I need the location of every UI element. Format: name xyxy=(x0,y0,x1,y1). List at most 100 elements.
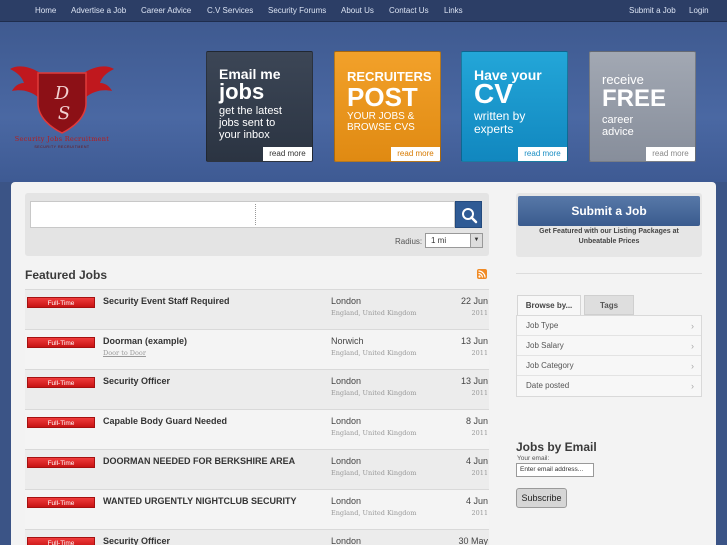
browse-item-label: Job Category xyxy=(526,361,574,370)
job-type-badge: Full-Time xyxy=(27,537,95,545)
logo-text: Security Jobs Recruitment xyxy=(14,135,110,143)
browse-item-label: Job Type xyxy=(526,321,559,330)
job-title[interactable]: Capable Body Guard Needed xyxy=(103,416,227,426)
job-row[interactable]: Full-Time Doorman (example) Door to Door… xyxy=(25,329,489,369)
promo-advice-line3: career xyxy=(602,114,634,126)
promo-email-line2: jobs xyxy=(219,79,265,104)
chevron-right-icon: › xyxy=(691,341,694,351)
svg-text:D: D xyxy=(54,83,70,104)
nav-contact-link[interactable]: Contact Us xyxy=(389,6,429,15)
job-title[interactable]: Security Officer xyxy=(103,376,170,386)
promo-email-jobs[interactable]: Email me jobs get the latest jobs sent t… xyxy=(206,51,313,162)
promo-advice-line2: FREE xyxy=(602,85,667,112)
job-region: England, United Kingdom xyxy=(331,509,417,517)
email-label: Your email: xyxy=(517,455,550,462)
job-year: 2011 xyxy=(471,509,488,517)
nav-forums-link[interactable]: Security Forums xyxy=(268,6,326,15)
browse-list: Job Type › Job Salary › Job Category › Date… xyxy=(516,315,702,397)
job-region: England, United Kingdom xyxy=(331,349,417,357)
promo-recruiters-read-more[interactable]: read more xyxy=(391,147,440,161)
email-field[interactable]: Enter email address... xyxy=(516,463,594,477)
job-city: London xyxy=(331,496,362,506)
chevron-down-icon: ▼ xyxy=(470,234,482,247)
radius-select[interactable]: 1 mi ▼ xyxy=(425,233,483,248)
promo-recruiters-line4: BROWSE CVS xyxy=(347,122,415,133)
job-date: 4 Jun xyxy=(465,456,488,466)
promo-email-read-more[interactable]: read more xyxy=(263,147,312,161)
job-title[interactable]: Doorman (example) xyxy=(103,336,187,346)
search-field-divider xyxy=(255,204,256,225)
nav-about-link[interactable]: About Us xyxy=(341,6,374,15)
promo-advice-read-more[interactable]: read more xyxy=(646,147,695,161)
nav-links-link[interactable]: Links xyxy=(444,6,463,15)
browse-item-job-type[interactable]: Job Type › xyxy=(517,316,701,336)
job-row[interactable]: Full-Time Security Event Staff Required … xyxy=(25,289,489,329)
job-type-badge: Full-Time xyxy=(27,337,95,348)
job-year: 2011 xyxy=(471,429,488,437)
tab-browse-by[interactable]: Browse by... xyxy=(517,295,581,315)
search-input[interactable] xyxy=(30,201,455,228)
nav-cv-link[interactable]: C.V Services xyxy=(207,6,253,15)
search-icon xyxy=(462,208,478,224)
nav-login-link[interactable]: Login xyxy=(689,6,709,15)
promo-cv-read-more[interactable]: read more xyxy=(518,147,567,161)
rss-icon[interactable] xyxy=(477,269,487,279)
job-type-badge: Full-Time xyxy=(27,417,95,428)
job-row[interactable]: Full-Time WANTED URGENTLY NIGHTCLUB SECU… xyxy=(25,489,489,529)
nav-home-link[interactable]: Home xyxy=(35,6,56,15)
promo-advice-line4: advice xyxy=(602,126,634,138)
job-title[interactable]: Security Officer xyxy=(103,536,170,545)
sidebar-divider xyxy=(516,273,702,274)
svg-text:S: S xyxy=(58,103,70,124)
promo-email-line3: get the latest xyxy=(219,105,282,117)
job-date: 13 Jun xyxy=(460,336,488,346)
job-year: 2011 xyxy=(471,349,488,357)
promo-free-advice[interactable]: receive FREE career advice read more xyxy=(589,51,696,162)
job-date: 22 Jun xyxy=(460,296,488,306)
search-button[interactable] xyxy=(455,201,482,228)
job-date: 30 May xyxy=(458,536,488,545)
radius-label: Radius: xyxy=(395,237,423,246)
browse-item-job-category[interactable]: Job Category › xyxy=(517,356,701,376)
job-year: 2011 xyxy=(471,469,488,477)
promo-cv-line4: experts xyxy=(474,122,514,136)
promo-recruiters-line3: YOUR JOBS & xyxy=(347,111,415,122)
tab-tags[interactable]: Tags xyxy=(584,295,634,315)
job-city: Norwich xyxy=(331,336,364,346)
job-type-badge: Full-Time xyxy=(27,377,95,388)
job-city: London xyxy=(331,296,362,306)
browse-item-job-salary[interactable]: Job Salary › xyxy=(517,336,701,356)
submit-job-button[interactable]: Submit a Job xyxy=(518,196,700,226)
job-title[interactable]: Security Event Staff Required xyxy=(103,296,230,306)
job-type-badge: Full-Time xyxy=(27,497,95,508)
job-title[interactable]: DOORMAN NEEDED FOR BERKSHIRE AREA xyxy=(103,456,295,466)
job-date: 13 Jun xyxy=(460,376,488,386)
promo-recruiters-line2: POST xyxy=(347,82,418,112)
submit-job-description: Get Featured with our Listing Packages a… xyxy=(539,228,679,245)
job-city: London xyxy=(331,456,362,466)
job-type-badge: Full-Time xyxy=(27,457,95,468)
nav-advertise-link[interactable]: Advertise a Job xyxy=(71,6,126,15)
browse-item-date-posted[interactable]: Date posted › xyxy=(517,376,701,396)
promo-email-line5: your inbox xyxy=(219,129,270,141)
job-subtitle: Door to Door xyxy=(103,349,146,357)
promo-recruiters-post[interactable]: RECRUITERS POST YOUR JOBS & BROWSE CVS r… xyxy=(334,51,441,162)
logo-subtext: SECURITY RECRUITMENT xyxy=(34,145,90,149)
job-row[interactable]: Full-Time DOORMAN NEEDED FOR BERKSHIRE A… xyxy=(25,449,489,489)
job-row[interactable]: Full-Time Security Officer London 30 May xyxy=(25,529,489,545)
job-row[interactable]: Full-Time Capable Body Guard Needed Lond… xyxy=(25,409,489,449)
nav-submit-link[interactable]: Submit a Job xyxy=(629,6,676,15)
job-row[interactable]: Full-Time Security Officer London Englan… xyxy=(25,369,489,409)
promo-email-line4: jobs sent to xyxy=(219,117,276,129)
subscribe-button[interactable]: Subscribe xyxy=(516,488,567,508)
job-region: England, United Kingdom xyxy=(331,309,417,317)
job-city: London xyxy=(331,376,362,386)
promo-cv-written[interactable]: Have your CV written by experts read mor… xyxy=(461,51,568,162)
job-title[interactable]: WANTED URGENTLY NIGHTCLUB SECURITY xyxy=(103,496,297,506)
job-year: 2011 xyxy=(471,389,488,397)
browse-item-label: Date posted xyxy=(526,381,570,390)
featured-jobs-title: Featured Jobs xyxy=(25,268,108,282)
job-city: London xyxy=(331,416,362,426)
nav-career-link[interactable]: Career Advice xyxy=(141,6,191,15)
top-navigation: Home Advertise a Job Career Advice C.V S… xyxy=(0,0,727,22)
